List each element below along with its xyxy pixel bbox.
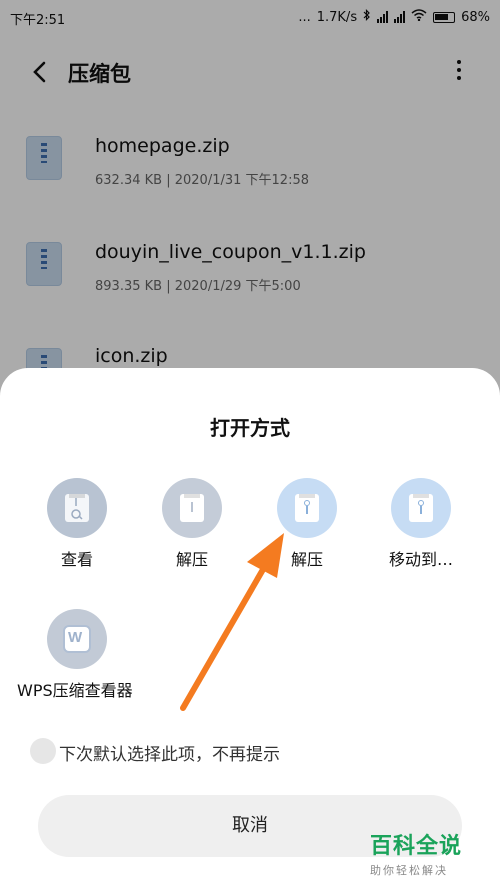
option-label: 查看	[60, 550, 93, 569]
option-label: 解压	[175, 550, 208, 569]
option-label: 移动到…	[388, 550, 453, 569]
remember-label: 下次默认选择此项，不再提示	[59, 745, 280, 765]
option-view[interactable]: 查看	[22, 478, 132, 570]
watermark-brand: 百科全说	[370, 834, 463, 859]
archive-icon	[277, 478, 337, 538]
remember-checkbox[interactable]	[30, 738, 56, 764]
archive-icon	[391, 478, 451, 538]
wps-icon: W	[47, 609, 107, 669]
watermark-tagline: 助你轻松解决	[370, 864, 448, 877]
archive-icon	[162, 478, 222, 538]
sheet-title: 打开方式	[210, 416, 290, 440]
option-move-to[interactable]: 移动到…	[366, 478, 476, 570]
option-extract[interactable]: 解压	[137, 478, 247, 570]
option-label: WPS压缩查看器	[17, 681, 133, 700]
option-extract-highlighted[interactable]: 解压	[252, 478, 362, 570]
option-label: 解压	[290, 550, 323, 569]
option-wps-viewer[interactable]: W WPS压缩查看器	[17, 609, 133, 701]
watermark-logo: 百科全说 助你轻松解决	[370, 828, 495, 884]
view-icon	[47, 478, 107, 538]
